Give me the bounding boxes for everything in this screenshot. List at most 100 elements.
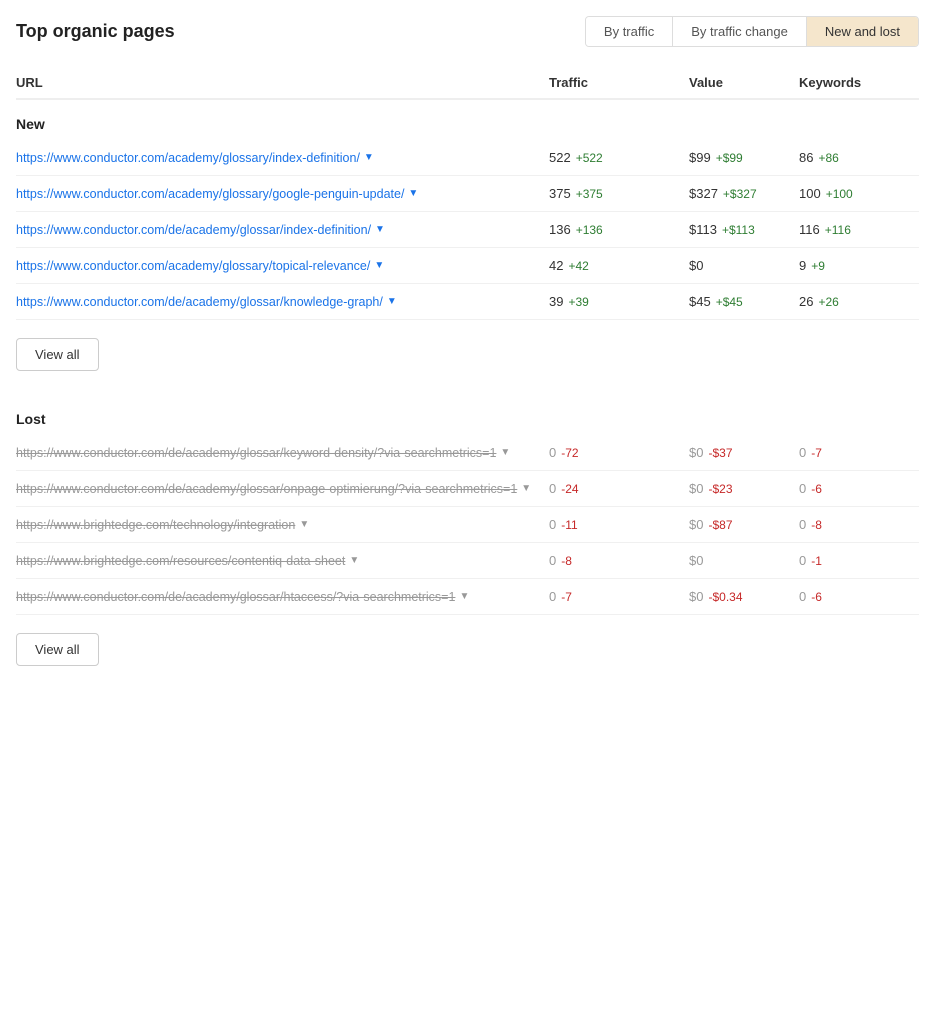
value-cell: $113 +$113 bbox=[689, 222, 799, 237]
value-amount: $0 bbox=[689, 445, 703, 460]
keywords-cell: 0 -8 bbox=[799, 517, 919, 532]
keywords-cell: 0 -6 bbox=[799, 481, 919, 496]
value-cell: $0 bbox=[689, 258, 799, 273]
keywords-change: +26 bbox=[818, 295, 838, 309]
table-row: https://www.conductor.com/de/academy/glo… bbox=[16, 471, 919, 507]
chevron-down-icon[interactable]: ▼ bbox=[364, 152, 374, 163]
chevron-down-icon[interactable]: ▼ bbox=[299, 519, 309, 530]
keywords-value: 0 bbox=[799, 517, 806, 532]
keywords-value: 0 bbox=[799, 553, 806, 568]
keywords-cell: 26 +26 bbox=[799, 294, 919, 309]
chevron-down-icon[interactable]: ▼ bbox=[459, 591, 469, 602]
keywords-cell: 116 +116 bbox=[799, 222, 919, 237]
keywords-change: -1 bbox=[811, 554, 822, 568]
tab-by-traffic[interactable]: By traffic bbox=[586, 17, 673, 46]
value-change: +$45 bbox=[716, 295, 743, 309]
table-row: https://www.conductor.com/academy/glossa… bbox=[16, 248, 919, 284]
url-link[interactable]: https://www.conductor.com/academy/glossa… bbox=[16, 187, 404, 201]
lost-view-all-button[interactable]: View all bbox=[16, 633, 99, 666]
new-view-all-button[interactable]: View all bbox=[16, 338, 99, 371]
value-cell: $99 +$99 bbox=[689, 150, 799, 165]
url-link[interactable]: https://www.conductor.com/de/academy/glo… bbox=[16, 295, 383, 309]
chevron-down-icon[interactable]: ▼ bbox=[387, 296, 397, 307]
table-row: https://www.conductor.com/de/academy/glo… bbox=[16, 579, 919, 615]
traffic-value: 375 bbox=[549, 186, 571, 201]
url-cell: https://www.brightedge.com/technology/in… bbox=[16, 518, 549, 532]
traffic-change: +375 bbox=[576, 187, 603, 201]
chevron-down-icon[interactable]: ▼ bbox=[374, 260, 384, 271]
traffic-value: 42 bbox=[549, 258, 563, 273]
keywords-change: +9 bbox=[811, 259, 825, 273]
keywords-value: 0 bbox=[799, 589, 806, 604]
traffic-change: +39 bbox=[568, 295, 588, 309]
url-link[interactable]: https://www.brightedge.com/resources/con… bbox=[16, 554, 345, 568]
chevron-down-icon[interactable]: ▼ bbox=[349, 555, 359, 566]
url-link[interactable]: https://www.conductor.com/de/academy/glo… bbox=[16, 446, 496, 460]
traffic-cell: 136 +136 bbox=[549, 222, 689, 237]
keywords-change: -6 bbox=[811, 482, 822, 496]
url-cell: https://www.conductor.com/academy/glossa… bbox=[16, 187, 549, 201]
url-cell: https://www.brightedge.com/resources/con… bbox=[16, 554, 549, 568]
traffic-value: 136 bbox=[549, 222, 571, 237]
new-section-label: New bbox=[16, 116, 919, 132]
col-traffic: Traffic bbox=[549, 75, 689, 90]
col-keywords: Keywords bbox=[799, 75, 919, 90]
table-row: https://www.brightedge.com/resources/con… bbox=[16, 543, 919, 579]
value-change: -$37 bbox=[708, 446, 732, 460]
value-amount: $0 bbox=[689, 258, 703, 273]
keywords-value: 9 bbox=[799, 258, 806, 273]
column-headers: URL Traffic Value Keywords bbox=[16, 67, 919, 100]
keywords-change: +100 bbox=[826, 187, 853, 201]
traffic-change: -8 bbox=[561, 554, 572, 568]
tab-new-and-lost[interactable]: New and lost bbox=[807, 17, 918, 46]
value-amount: $0 bbox=[689, 517, 703, 532]
keywords-change: +86 bbox=[818, 151, 838, 165]
table-row: https://www.conductor.com/academy/glossa… bbox=[16, 176, 919, 212]
value-change: -$0.34 bbox=[708, 590, 742, 604]
keywords-cell: 0 -1 bbox=[799, 553, 919, 568]
value-cell: $327 +$327 bbox=[689, 186, 799, 201]
value-change: +$99 bbox=[716, 151, 743, 165]
url-link[interactable]: https://www.brightedge.com/technology/in… bbox=[16, 518, 295, 532]
lost-section-label: Lost bbox=[16, 411, 919, 427]
traffic-change: -11 bbox=[561, 518, 577, 532]
keywords-change: -8 bbox=[811, 518, 822, 532]
chevron-down-icon[interactable]: ▼ bbox=[521, 483, 531, 494]
url-link[interactable]: https://www.conductor.com/de/academy/glo… bbox=[16, 590, 455, 604]
keywords-value: 100 bbox=[799, 186, 821, 201]
value-amount: $0 bbox=[689, 589, 703, 604]
value-cell: $0 bbox=[689, 553, 799, 568]
url-link[interactable]: https://www.conductor.com/academy/glossa… bbox=[16, 151, 360, 165]
chevron-down-icon[interactable]: ▼ bbox=[408, 188, 418, 199]
table-row: https://www.brightedge.com/technology/in… bbox=[16, 507, 919, 543]
value-change: -$87 bbox=[708, 518, 732, 532]
traffic-cell: 42 +42 bbox=[549, 258, 689, 273]
tab-by-traffic-change[interactable]: By traffic change bbox=[673, 17, 807, 46]
page-title: Top organic pages bbox=[16, 21, 175, 42]
value-cell: $0 -$87 bbox=[689, 517, 799, 532]
keywords-value: 0 bbox=[799, 445, 806, 460]
traffic-value: 522 bbox=[549, 150, 571, 165]
traffic-value: 0 bbox=[549, 589, 556, 604]
col-url: URL bbox=[16, 75, 549, 90]
chevron-down-icon[interactable]: ▼ bbox=[375, 224, 385, 235]
traffic-cell: 39 +39 bbox=[549, 294, 689, 309]
keywords-cell: 86 +86 bbox=[799, 150, 919, 165]
value-cell: $45 +$45 bbox=[689, 294, 799, 309]
value-amount: $45 bbox=[689, 294, 711, 309]
value-amount: $99 bbox=[689, 150, 711, 165]
traffic-cell: 0 -7 bbox=[549, 589, 689, 604]
table-row: https://www.conductor.com/de/academy/glo… bbox=[16, 212, 919, 248]
traffic-change: +42 bbox=[568, 259, 588, 273]
keywords-cell: 0 -7 bbox=[799, 445, 919, 460]
chevron-down-icon[interactable]: ▼ bbox=[500, 447, 510, 458]
url-link[interactable]: https://www.conductor.com/de/academy/glo… bbox=[16, 482, 517, 496]
url-cell: https://www.conductor.com/academy/glossa… bbox=[16, 151, 549, 165]
tab-group: By traffic By traffic change New and los… bbox=[585, 16, 919, 47]
traffic-cell: 522 +522 bbox=[549, 150, 689, 165]
value-cell: $0 -$23 bbox=[689, 481, 799, 496]
url-link[interactable]: https://www.conductor.com/de/academy/glo… bbox=[16, 223, 371, 237]
url-link[interactable]: https://www.conductor.com/academy/glossa… bbox=[16, 259, 370, 273]
col-value: Value bbox=[689, 75, 799, 90]
traffic-value: 0 bbox=[549, 517, 556, 532]
